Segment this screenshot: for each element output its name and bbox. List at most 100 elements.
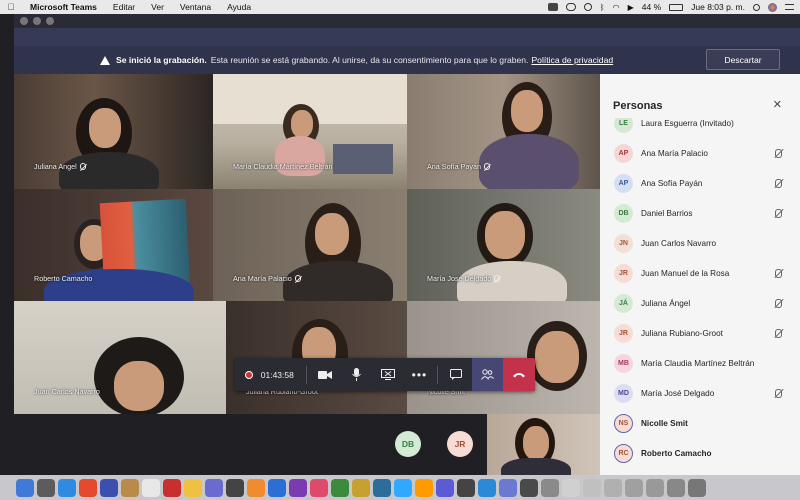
participant-name: Ana María Palacio [641, 148, 708, 158]
dock-app-icon[interactable] [163, 478, 181, 497]
dock-app-icon[interactable] [562, 478, 580, 497]
participant-row[interactable]: JR Juan Manuel de la Rosa [600, 258, 800, 288]
dock-app-icon[interactable] [331, 478, 349, 497]
notification-center-icon[interactable] [785, 4, 794, 10]
participants-button[interactable] [471, 358, 504, 391]
dock-app-icon[interactable] [58, 478, 76, 497]
chat-button[interactable] [440, 358, 472, 391]
overflow-avatar-jr[interactable]: JR [447, 431, 473, 457]
bluetooth-icon[interactable]: ᛒ [600, 3, 605, 12]
menubar-clock[interactable]: Jue 8:03 p. m. [691, 2, 745, 12]
dock-app-icon[interactable] [184, 478, 202, 497]
dock-app-icon[interactable] [436, 478, 454, 497]
dock-app-icon[interactable] [100, 478, 118, 497]
window-close-button[interactable] [20, 17, 28, 25]
dock-app-icon[interactable] [16, 478, 34, 497]
video-tile[interactable]: Juliana Angel [14, 74, 213, 189]
camera-toggle-button[interactable] [309, 358, 341, 391]
participant-row[interactable]: AP Ana María Palacio [600, 138, 800, 168]
participant-row[interactable]: JÁ Juliana Ángel [600, 288, 800, 318]
dock-app-icon[interactable] [688, 478, 706, 497]
participant-avatar: AP [614, 143, 633, 163]
video-tile[interactable]: María José Delgado [407, 189, 600, 301]
mic-muted-icon [775, 178, 782, 188]
window-zoom-button[interactable] [46, 17, 54, 25]
dock-app-icon[interactable] [604, 478, 622, 497]
dock-app-icon[interactable] [499, 478, 517, 497]
participant-row[interactable]: NS Nicolle Smit [600, 408, 800, 438]
dock-app-icon[interactable] [142, 478, 160, 497]
video-tile[interactable]: Ana María Palacio [213, 189, 407, 301]
video-tile[interactable]: Roberto Camacho [14, 189, 213, 301]
apple-icon[interactable]:  [0, 2, 22, 12]
participant-name: Juan Carlos Navarro [34, 387, 100, 396]
menubar-status: ᛒ ◠ ▶ 44 % Jue 8:03 p. m. [547, 2, 800, 12]
dock-app-icon[interactable] [520, 478, 538, 497]
mic-muted-icon [775, 268, 782, 278]
dock-app-icon[interactable] [352, 478, 370, 497]
video-tile[interactable]: Juan Carlos Navarro [14, 301, 226, 414]
participant-row[interactable]: RC Roberto Camacho [600, 438, 800, 468]
dock-app-icon[interactable] [79, 478, 97, 497]
overflow-avatar-db[interactable]: DB [395, 431, 421, 457]
dock-app-icon[interactable] [415, 478, 433, 497]
dock-app-icon[interactable] [625, 478, 643, 497]
menu-ayuda[interactable]: Ayuda [219, 2, 259, 12]
dock-app-icon[interactable] [247, 478, 265, 497]
battery-icon[interactable] [669, 3, 684, 11]
participant-row[interactable]: LE Laura Esguerra (Invitado) [600, 118, 800, 138]
wifi-icon[interactable]: ◠ [613, 3, 620, 12]
dock-app-icon[interactable] [268, 478, 286, 497]
self-video-preview[interactable] [487, 414, 600, 475]
microphone-toggle-button[interactable] [340, 358, 372, 391]
participant-row[interactable]: JR Juliana Rubiano-Groot [600, 318, 800, 348]
participant-row[interactable]: JN Juan Carlos Navarro [600, 228, 800, 258]
menu-ver[interactable]: Ver [143, 2, 172, 12]
battery-percent[interactable]: 44 % [642, 2, 661, 12]
menu-ventana[interactable]: Ventana [172, 2, 219, 12]
window-minimize-button[interactable] [33, 17, 41, 25]
privacy-policy-link[interactable]: Política de privacidad [531, 55, 613, 65]
participant-row[interactable]: AP Ana Sofía Payán [600, 168, 800, 198]
dock-app-icon[interactable] [310, 478, 328, 497]
dock-app-icon[interactable] [121, 478, 139, 497]
dock-app-icon[interactable] [373, 478, 391, 497]
dock-app-icon[interactable] [457, 478, 475, 497]
recording-banner-title: Se inició la grabación. [116, 55, 207, 65]
dock-app-icon[interactable] [37, 478, 55, 497]
share-screen-button[interactable] [372, 358, 404, 391]
participant-row[interactable]: MD María José Delgado [600, 378, 800, 408]
participant-row[interactable]: MB María Claudia Martínez Beltrán [600, 348, 800, 378]
dock-app-icon[interactable] [541, 478, 559, 497]
participant-row[interactable]: DB Daniel Barrios [600, 198, 800, 228]
macos-menubar:  Microsoft Teams Editar Ver Ventana Ayu… [0, 0, 800, 14]
menu-app-name[interactable]: Microsoft Teams [22, 2, 105, 12]
participant-name: Ana Sofía Payán [641, 178, 703, 188]
time-machine-icon[interactable] [583, 3, 592, 11]
more-actions-button[interactable]: ••• [404, 358, 436, 391]
siri-icon[interactable] [768, 2, 777, 12]
video-tile[interactable]: María Claudia Martínez Beltrán [213, 74, 407, 189]
participant-avatar: JN [614, 233, 633, 253]
dock-app-icon[interactable] [394, 478, 412, 497]
spotlight-icon[interactable] [753, 3, 760, 11]
close-panel-button[interactable]: ✕ [773, 98, 782, 111]
hang-up-button[interactable] [503, 358, 536, 391]
dock-app-icon[interactable] [205, 478, 223, 497]
dock-app-icon[interactable] [289, 478, 307, 497]
mic-muted-icon [775, 388, 782, 398]
discard-button[interactable]: Descartar [706, 49, 780, 70]
teams-status-icon[interactable] [547, 3, 558, 11]
menu-editar[interactable]: Editar [105, 2, 143, 12]
dock-app-icon[interactable] [226, 478, 244, 497]
cloud-icon[interactable] [565, 3, 576, 11]
dock-app-icon[interactable] [646, 478, 664, 497]
dock-app-icon[interactable] [583, 478, 601, 497]
participant-name: Daniel Barrios [641, 208, 693, 218]
dock-app-icon[interactable] [667, 478, 685, 497]
people-icon [481, 369, 494, 380]
mic-muted-icon [775, 298, 782, 308]
dock-app-icon[interactable] [478, 478, 496, 497]
video-tile[interactable]: Ana Sofía Payán [407, 74, 600, 189]
volume-icon[interactable]: ▶ [628, 3, 634, 12]
